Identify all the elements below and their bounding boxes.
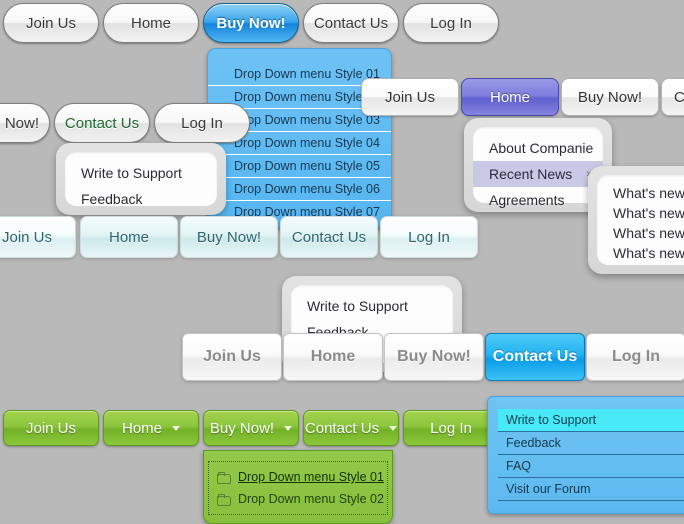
nav-button-log-in[interactable]: Log In (154, 103, 250, 143)
nav-label: Now! (4, 114, 39, 132)
nav-label: Contact Us (492, 348, 578, 365)
nav-button-buy-now[interactable]: Buy Now! (384, 333, 484, 381)
nav-button-now-clipped[interactable]: Now! (0, 103, 50, 143)
nav-label: Buy Now! (397, 348, 471, 365)
submenu-item[interactable]: Write to Support (65, 160, 217, 186)
submenu-label: Feedback (81, 191, 143, 207)
submenu-inner: About Companie Recent News» Agreements (473, 127, 603, 208)
nav-label: Log In (430, 419, 472, 437)
list-item-feedback[interactable]: Feedback (498, 432, 684, 455)
list-item-visit-our-forum[interactable]: Visit our Forum (498, 478, 684, 501)
purple-accent-nav: Join Us Home Buy Now! C (361, 78, 684, 118)
chevron-down-icon (389, 425, 398, 431)
nav-button-buy-now[interactable]: Buy Now! (203, 3, 299, 43)
nav-label: Log In (612, 348, 660, 365)
nav-label: Join Us (1, 228, 53, 246)
submenu-item[interactable]: Write to Support (291, 293, 453, 319)
submenu-label: Write to Support (81, 165, 182, 181)
support-links-panel: Write to Support Feedback FAQ Visit our … (487, 396, 684, 514)
contact-us-submenu: Write to Support Feedback (56, 143, 226, 215)
dropdown-label: Drop Down menu Style 01 (238, 470, 384, 484)
green-dropdown-inner: Drop Down menu Style 01 Drop Down menu S… (208, 461, 388, 515)
submenu-label: Recent News (489, 166, 573, 182)
nav-label: Log In (408, 228, 450, 246)
nav-button-contact-us[interactable]: Contact Us (485, 333, 585, 381)
green-dropdown-panel: Drop Down menu Style 01 Drop Down menu S… (203, 450, 393, 524)
nav-label: Home (310, 348, 356, 365)
nav-label: Log In (430, 14, 472, 32)
teal-tinted-nav: Join Us Home Buy Now! Contact Us Log In (0, 216, 684, 262)
nav-button-join-us[interactable]: Join Us (0, 216, 76, 258)
folder-icon (217, 472, 231, 484)
nav-button-home[interactable]: Home (103, 410, 199, 446)
nav-button-home[interactable]: Home (80, 216, 178, 258)
nav-label: Join Us (25, 14, 77, 32)
nav-button-join-us[interactable]: Join Us (3, 410, 99, 446)
submenu-label: Write to Support (307, 298, 408, 314)
submenu-label: Agreements (489, 192, 565, 208)
nav-label: Contact Us (64, 114, 140, 132)
nav-label: Buy Now! (216, 14, 286, 32)
nav-label: Log In (181, 114, 223, 132)
submenu-item-recent-news[interactable]: Recent News» (473, 161, 603, 187)
nav-button-contact-us-hover[interactable]: Contact Us (54, 103, 150, 143)
submenu-label: About Companie (489, 140, 594, 156)
nav-label: Buy Now! (577, 88, 643, 106)
cyan-accent-nav: Join Us Home Buy Now! Contact Us Log In (182, 333, 684, 383)
nav-button-buy-now[interactable]: Buy Now! (561, 78, 659, 116)
nav-button-log-in[interactable]: Log In (403, 410, 499, 446)
dropdown-item[interactable]: Drop Down menu Style 06 (208, 178, 391, 201)
nav-button-join-us[interactable]: Join Us (361, 78, 459, 116)
nav-label: Contact Us (313, 14, 389, 32)
nav-button-contact-us[interactable]: Contact Us (303, 410, 399, 446)
nav-button-home[interactable]: Home (461, 78, 559, 116)
nav-label: Home (108, 228, 149, 246)
nav-label: Home (130, 14, 171, 32)
nav-label: Buy Now! (209, 419, 275, 437)
nav-button-buy-now[interactable]: Buy Now! (203, 410, 299, 446)
submenu-item[interactable]: Feedback (65, 186, 217, 212)
nav-label: C (674, 88, 684, 106)
nav-button-log-in[interactable]: Log In (403, 3, 499, 43)
dropdown-item[interactable]: Drop Down menu Style 02 (209, 488, 387, 510)
submenu-item-agreements[interactable]: Agreements (473, 187, 603, 213)
dropdown-label: Drop Down menu Style 02 (238, 492, 384, 506)
nav-label: Contact Us (304, 419, 380, 437)
nav-label: Join Us (25, 419, 77, 437)
folder-icon (217, 494, 231, 506)
nav-button-join-us[interactable]: Join Us (182, 333, 282, 381)
list-item-faq[interactable]: FAQ (498, 455, 684, 478)
nav-label: Contact Us (291, 228, 367, 246)
submenu-item[interactable]: What's new ( (597, 183, 684, 203)
list-item-write-to-support[interactable]: Write to Support (498, 409, 684, 432)
nav-button-contact-us[interactable]: Contact Us (303, 3, 399, 43)
nav-label: Buy Now! (196, 228, 262, 246)
chevron-down-icon (172, 425, 180, 431)
nav-button-contact-us[interactable]: Contact Us (280, 216, 378, 258)
dropdown-item[interactable]: Drop Down menu Style 05 (208, 155, 391, 178)
submenu-inner: Write to Support Feedback (65, 152, 217, 207)
nav-button-log-in[interactable]: Log In (586, 333, 684, 381)
chevron-down-icon (284, 425, 293, 431)
nav-button-contact-us-clipped[interactable]: C (661, 78, 684, 116)
nav-button-buy-now[interactable]: Buy Now! (180, 216, 278, 258)
nav-button-log-in[interactable]: Log In (380, 216, 478, 258)
nav-label: Home (121, 419, 162, 437)
glossy-pill-nav: Join Us Home Buy Now! Contact Us Log In (0, 2, 684, 48)
submenu-item-about-companie[interactable]: About Companie (473, 135, 603, 161)
dropdown-item[interactable]: Drop Down menu Style 01 (209, 466, 387, 488)
nav-label: Join Us (384, 88, 436, 106)
nav-button-home[interactable]: Home (103, 3, 199, 43)
nav-label: Home (489, 88, 530, 106)
nav-label: Join Us (203, 348, 261, 365)
nav-button-join-us[interactable]: Join Us (3, 3, 99, 43)
nav-button-home[interactable]: Home (283, 333, 383, 381)
submenu-label: What's new ( (613, 185, 684, 201)
